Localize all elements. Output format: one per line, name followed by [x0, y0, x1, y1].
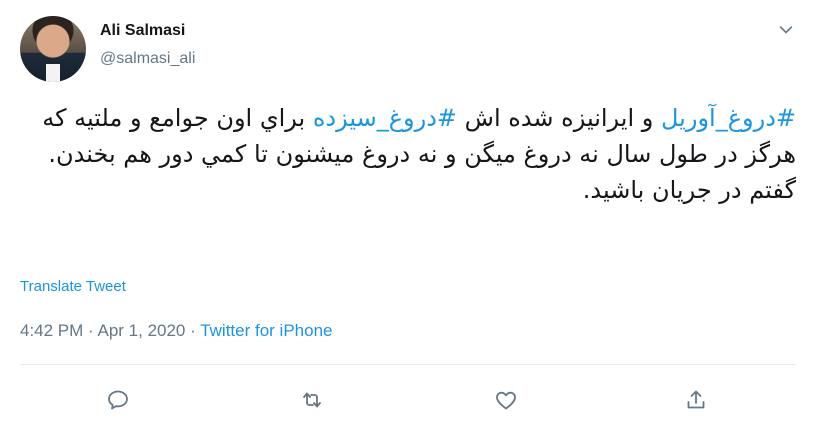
- tweet-text-segment: و ایرانیزه شده اش: [457, 104, 661, 132]
- reply-icon: [108, 390, 128, 410]
- tweet-text-line: گفتم در جریان باشید.: [582, 176, 796, 204]
- heart-icon: [496, 391, 516, 410]
- tweet-source-link[interactable]: Twitter for iPhone: [200, 321, 332, 340]
- like-button[interactable]: [486, 380, 526, 420]
- retweet-button[interactable]: [292, 380, 332, 420]
- avatar-shirt: [46, 64, 60, 82]
- reply-button[interactable]: [98, 380, 138, 420]
- share-button[interactable]: [676, 380, 716, 420]
- meta-separator: ·: [83, 321, 98, 340]
- chevron-down-icon[interactable]: [776, 20, 796, 40]
- tweet-meta: 4:42 PM · Apr 1, 2020 · Twitter for iPho…: [20, 321, 332, 341]
- hashtag-link[interactable]: #دروغ_آوریل: [661, 104, 796, 132]
- tweet-date[interactable]: Apr 1, 2020: [97, 321, 185, 340]
- tweet-actions: [0, 380, 816, 420]
- share-icon: [687, 390, 705, 409]
- user-name[interactable]: Ali Salmasi: [100, 22, 185, 40]
- tweet-text: #دروغ_آوریل و ایرانیزه شده اش #دروغ_سیزد…: [36, 100, 796, 208]
- user-handle[interactable]: @salmasi_ali: [100, 50, 195, 68]
- retweet-icon: [303, 392, 321, 408]
- divider: [20, 364, 796, 365]
- tweet-time[interactable]: 4:42 PM: [20, 321, 83, 340]
- translate-tweet-link[interactable]: Translate Tweet: [20, 278, 126, 295]
- avatar[interactable]: [20, 16, 86, 82]
- meta-separator: ·: [185, 321, 201, 340]
- hashtag-link[interactable]: #دروغ_سیزده: [313, 104, 457, 132]
